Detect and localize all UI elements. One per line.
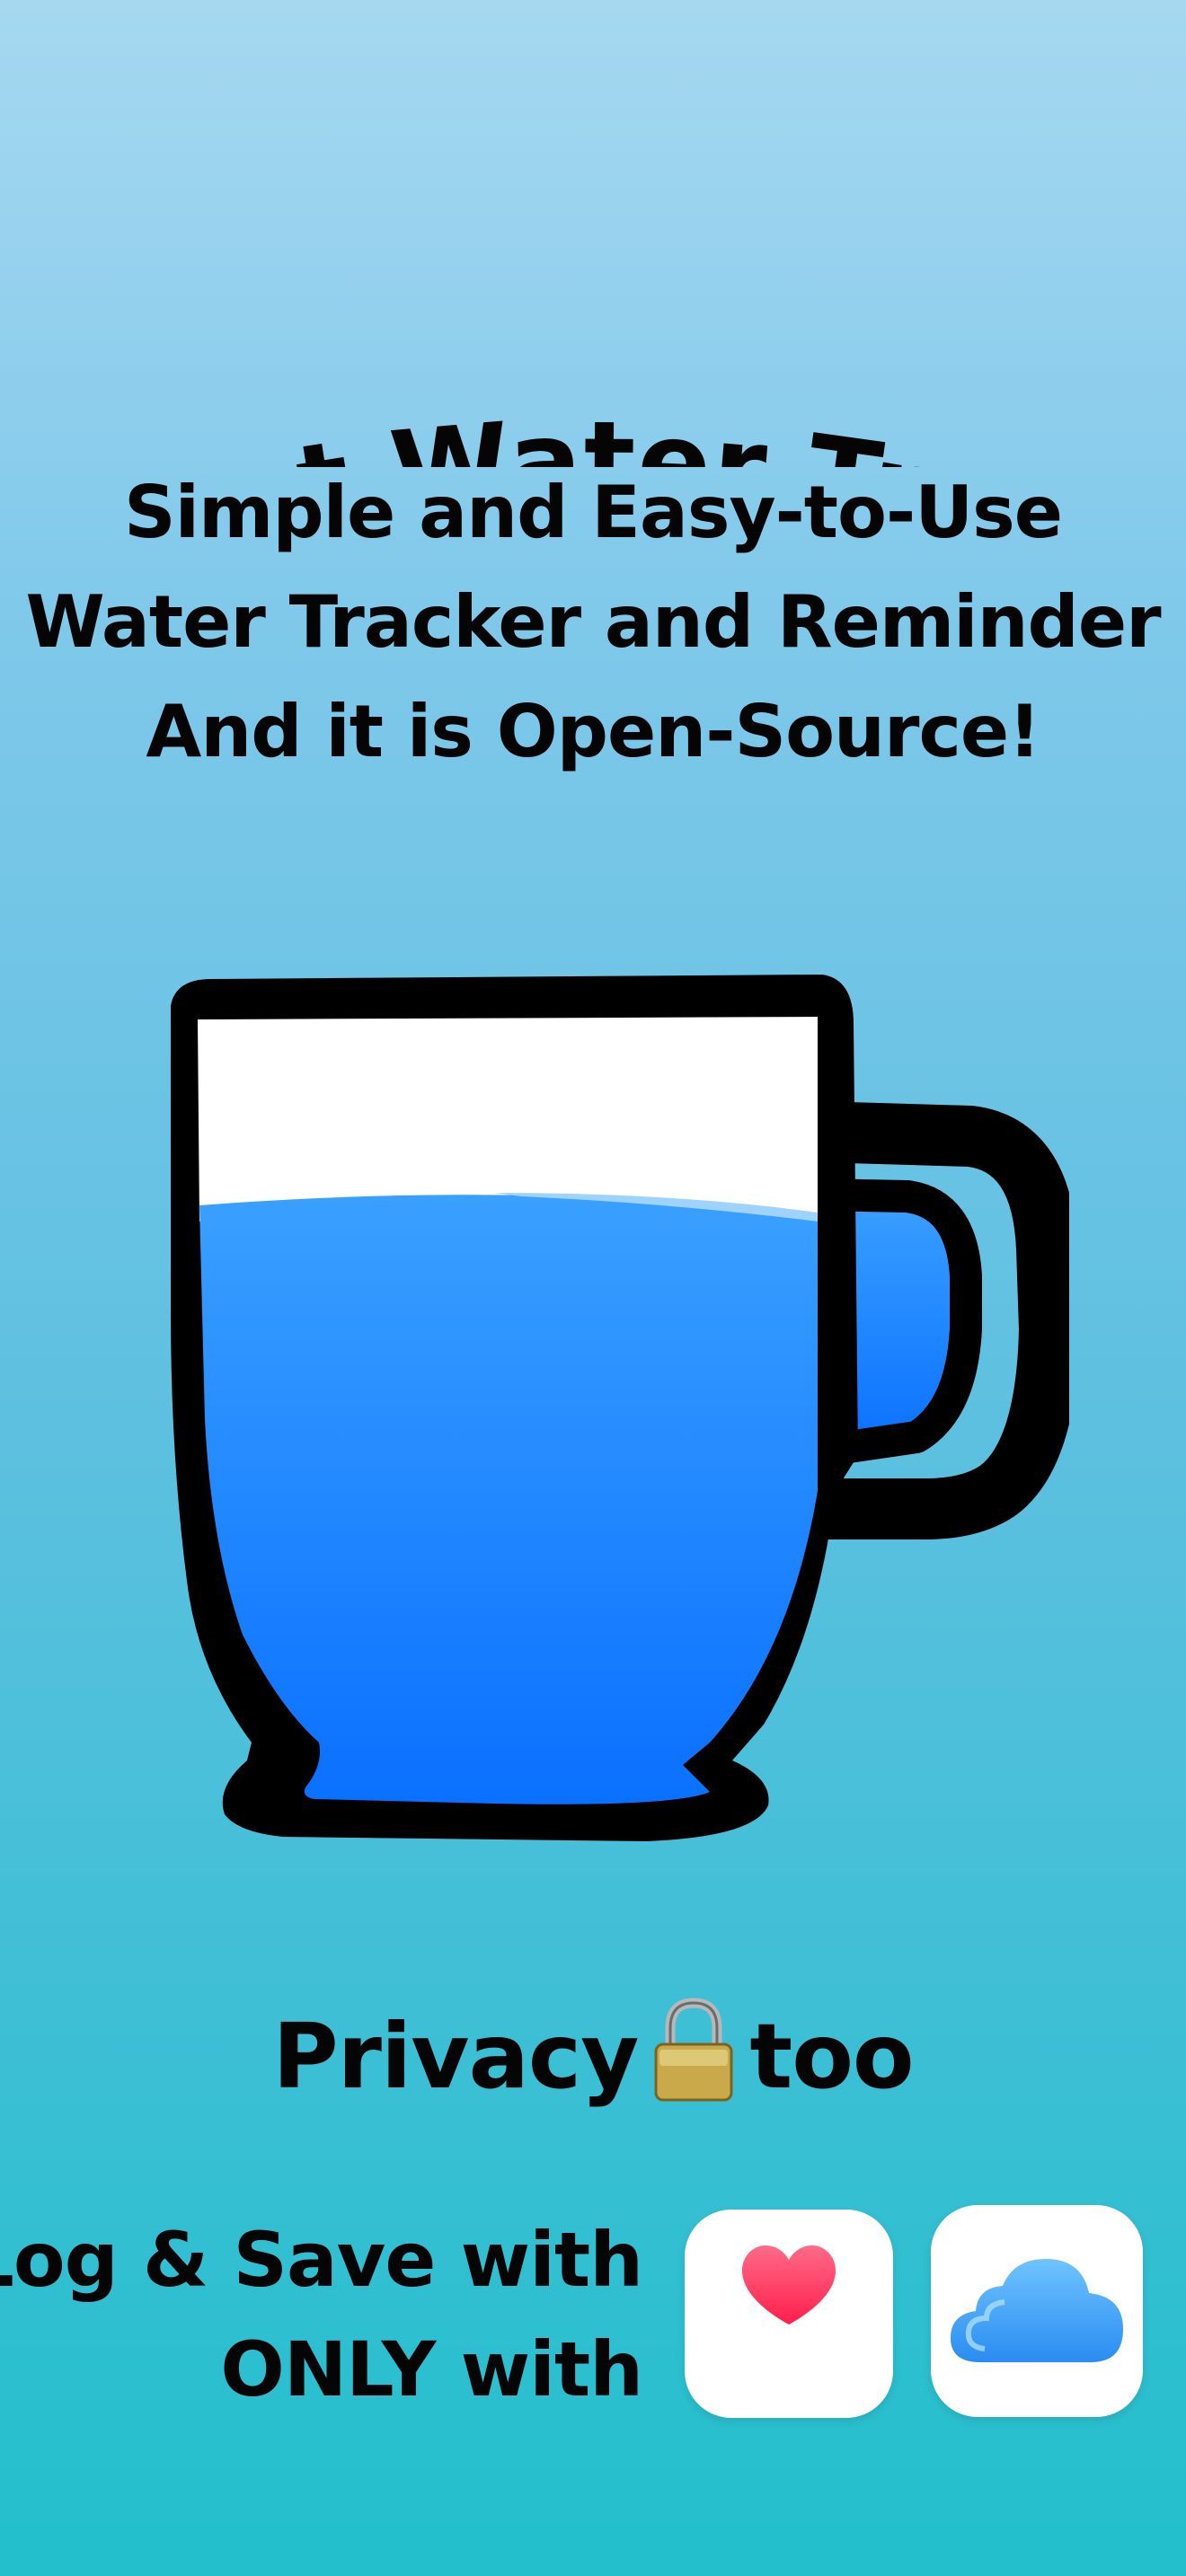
privacy-suffix: too <box>749 2004 914 2109</box>
tagline-line-1: Simple and Easy-to-Use <box>123 471 1063 554</box>
tagline-line-2: Water Tracker and Reminder <box>25 580 1161 664</box>
app-title-text: Pocket Water Tracker <box>0 216 1186 467</box>
water-mug-icon <box>135 952 1069 1877</box>
sync-description: Log & Save with ONLY with <box>0 2205 643 2424</box>
sync-line-1: Log & Save with <box>0 2216 643 2304</box>
svg-text:Pocket Water Tracker: Pocket Water Tracker <box>0 216 1186 467</box>
sync-line-2: ONLY with <box>220 2325 643 2413</box>
tagline-line-3: And it is Open-Source! <box>146 690 1040 773</box>
privacy-label: Privacy <box>272 2004 639 2109</box>
app-title: Pocket Water Tracker <box>0 216 1186 467</box>
icloud-icon <box>931 2205 1143 2417</box>
lock-icon <box>649 1996 739 2104</box>
tagline: Simple and Easy-to-Use Water Tracker and… <box>0 458 1186 787</box>
apple-health-icon <box>685 2210 893 2418</box>
privacy-line: Privacy too <box>0 1994 1186 2120</box>
